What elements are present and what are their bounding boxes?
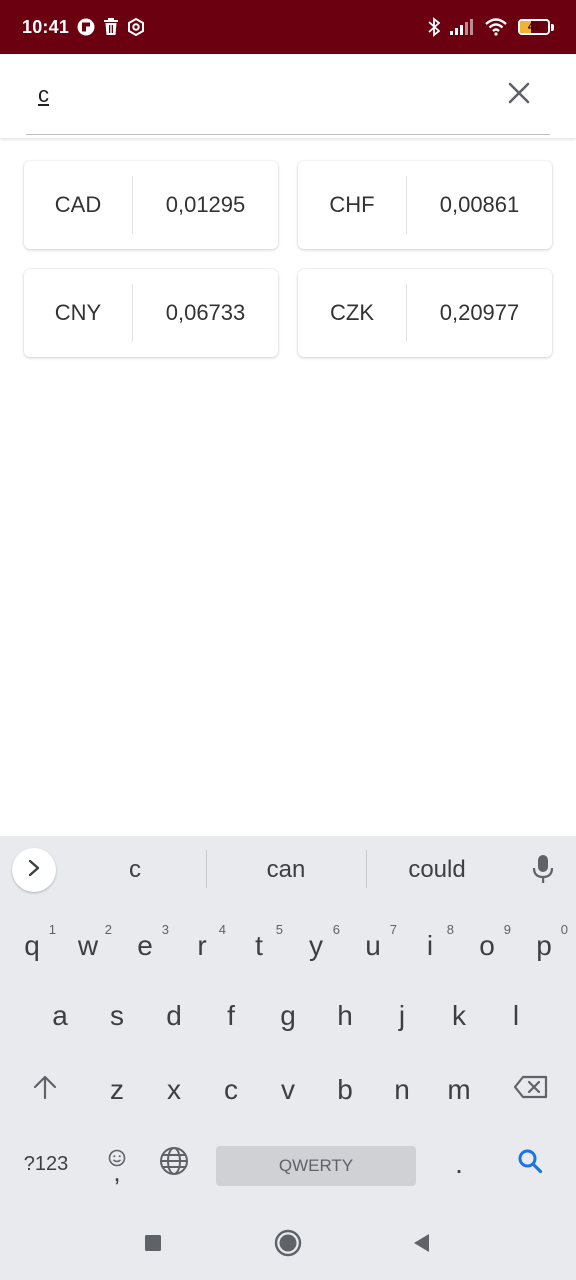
key-f[interactable]: f — [203, 986, 259, 1046]
shift-icon — [32, 1074, 58, 1107]
key-w[interactable]: w2 — [60, 916, 116, 976]
suggestion-item[interactable]: could — [367, 856, 507, 884]
chevron-right-icon — [27, 859, 41, 882]
keyboard-menu-button[interactable] — [12, 848, 56, 892]
battery-level: 41 — [527, 21, 541, 33]
search-input[interactable]: c — [38, 82, 458, 108]
key-q[interactable]: q1 — [4, 916, 60, 976]
back-triangle-icon — [411, 1232, 431, 1259]
key-i[interactable]: i8 — [402, 916, 458, 976]
key-x[interactable]: x — [146, 1060, 202, 1120]
key-t[interactable]: t5 — [231, 916, 287, 976]
currency-card[interactable]: CHF 0,00861 — [298, 161, 552, 249]
period-key[interactable]: . — [431, 1134, 487, 1194]
currency-code: CAD — [54, 192, 102, 217]
signal-icon — [450, 19, 474, 35]
search-key[interactable] — [500, 1134, 560, 1194]
key-u[interactable]: u7 — [345, 916, 401, 976]
wifi-icon — [484, 18, 508, 36]
recents-button[interactable] — [138, 1230, 168, 1260]
symbols-key[interactable]: ?123 — [10, 1134, 82, 1194]
key-k[interactable]: k — [431, 986, 487, 1046]
key-p[interactable]: p0 — [516, 916, 572, 976]
status-bar: 10:41 41 — [0, 0, 576, 54]
trash-icon — [103, 18, 119, 36]
currency-rate: 0,00861 — [439, 192, 520, 217]
key-z[interactable]: z — [89, 1060, 145, 1120]
bluetooth-icon — [428, 17, 440, 37]
comma-label: , — [113, 1156, 121, 1187]
key-a[interactable]: a — [32, 986, 88, 1046]
battery-icon: 41 — [518, 19, 554, 35]
recents-square-icon — [144, 1234, 162, 1257]
key-y[interactable]: y6 — [288, 916, 344, 976]
key-c[interactable]: c — [203, 1060, 259, 1120]
home-circle-icon — [274, 1229, 302, 1262]
key-b[interactable]: b — [317, 1060, 373, 1120]
search-icon — [517, 1148, 543, 1181]
suggestion-item[interactable]: can — [216, 856, 356, 884]
system-nav-bar — [0, 1210, 576, 1280]
currency-card[interactable]: CNY 0,06733 — [24, 269, 278, 357]
key-r[interactable]: r4 — [174, 916, 230, 976]
globe-icon — [159, 1146, 189, 1183]
search-input-value: c — [38, 82, 49, 107]
flipboard-icon — [77, 18, 95, 36]
status-time: 10:41 — [22, 16, 70, 37]
currency-rate: 0,06733 — [165, 300, 246, 325]
currency-code: CZK — [330, 300, 374, 325]
key-d[interactable]: d — [146, 986, 202, 1046]
key-o[interactable]: o9 — [459, 916, 515, 976]
close-icon — [508, 82, 530, 109]
backspace-key[interactable] — [496, 1060, 566, 1120]
key-v[interactable]: v — [260, 1060, 316, 1120]
backspace-icon — [513, 1074, 549, 1106]
language-key[interactable] — [148, 1134, 200, 1194]
suggestion-item[interactable]: c — [65, 856, 205, 884]
comma-key[interactable]: , — [92, 1134, 142, 1194]
key-n[interactable]: n — [374, 1060, 430, 1120]
key-j[interactable]: j — [374, 986, 430, 1046]
key-s[interactable]: s — [89, 986, 145, 1046]
home-button[interactable] — [273, 1229, 303, 1262]
shift-key[interactable] — [10, 1060, 80, 1120]
mic-icon[interactable] — [532, 854, 554, 889]
back-button[interactable] — [406, 1230, 436, 1260]
currency-code: CHF — [329, 192, 375, 217]
currency-card[interactable]: CAD 0,01295 — [24, 161, 278, 249]
currency-code: CNY — [54, 300, 102, 325]
space-bar[interactable]: QWERTY — [216, 1146, 416, 1186]
currency-grid: CAD 0,01295 CHF 0,00861 CNY 0,06733 CZK … — [24, 161, 552, 357]
search-bar: c — [0, 54, 576, 138]
currency-rate: 0,01295 — [165, 192, 246, 217]
keyboard-row-3: z x c v b n m — [0, 1060, 576, 1120]
suggestion-strip: c can could — [0, 836, 576, 902]
search-underline — [26, 134, 550, 135]
key-h[interactable]: h — [317, 986, 373, 1046]
keyboard-row-1: q1 w2 e3 r4 t5 y6 u7 i8 o9 p0 — [0, 916, 576, 976]
key-m[interactable]: m — [431, 1060, 487, 1120]
currency-rate: 0,20977 — [439, 300, 520, 325]
key-e[interactable]: e3 — [117, 916, 173, 976]
notification-icons — [77, 18, 145, 36]
clear-search-button[interactable] — [502, 78, 536, 112]
system-icons: 41 — [428, 17, 554, 37]
settings-hex-icon — [127, 18, 145, 36]
suggestion-divider — [206, 850, 207, 888]
key-l[interactable]: l — [488, 986, 544, 1046]
currency-card[interactable]: CZK 0,20977 — [298, 269, 552, 357]
keyboard-row-2: a s d f g h j k l — [0, 986, 576, 1046]
key-g[interactable]: g — [260, 986, 316, 1046]
